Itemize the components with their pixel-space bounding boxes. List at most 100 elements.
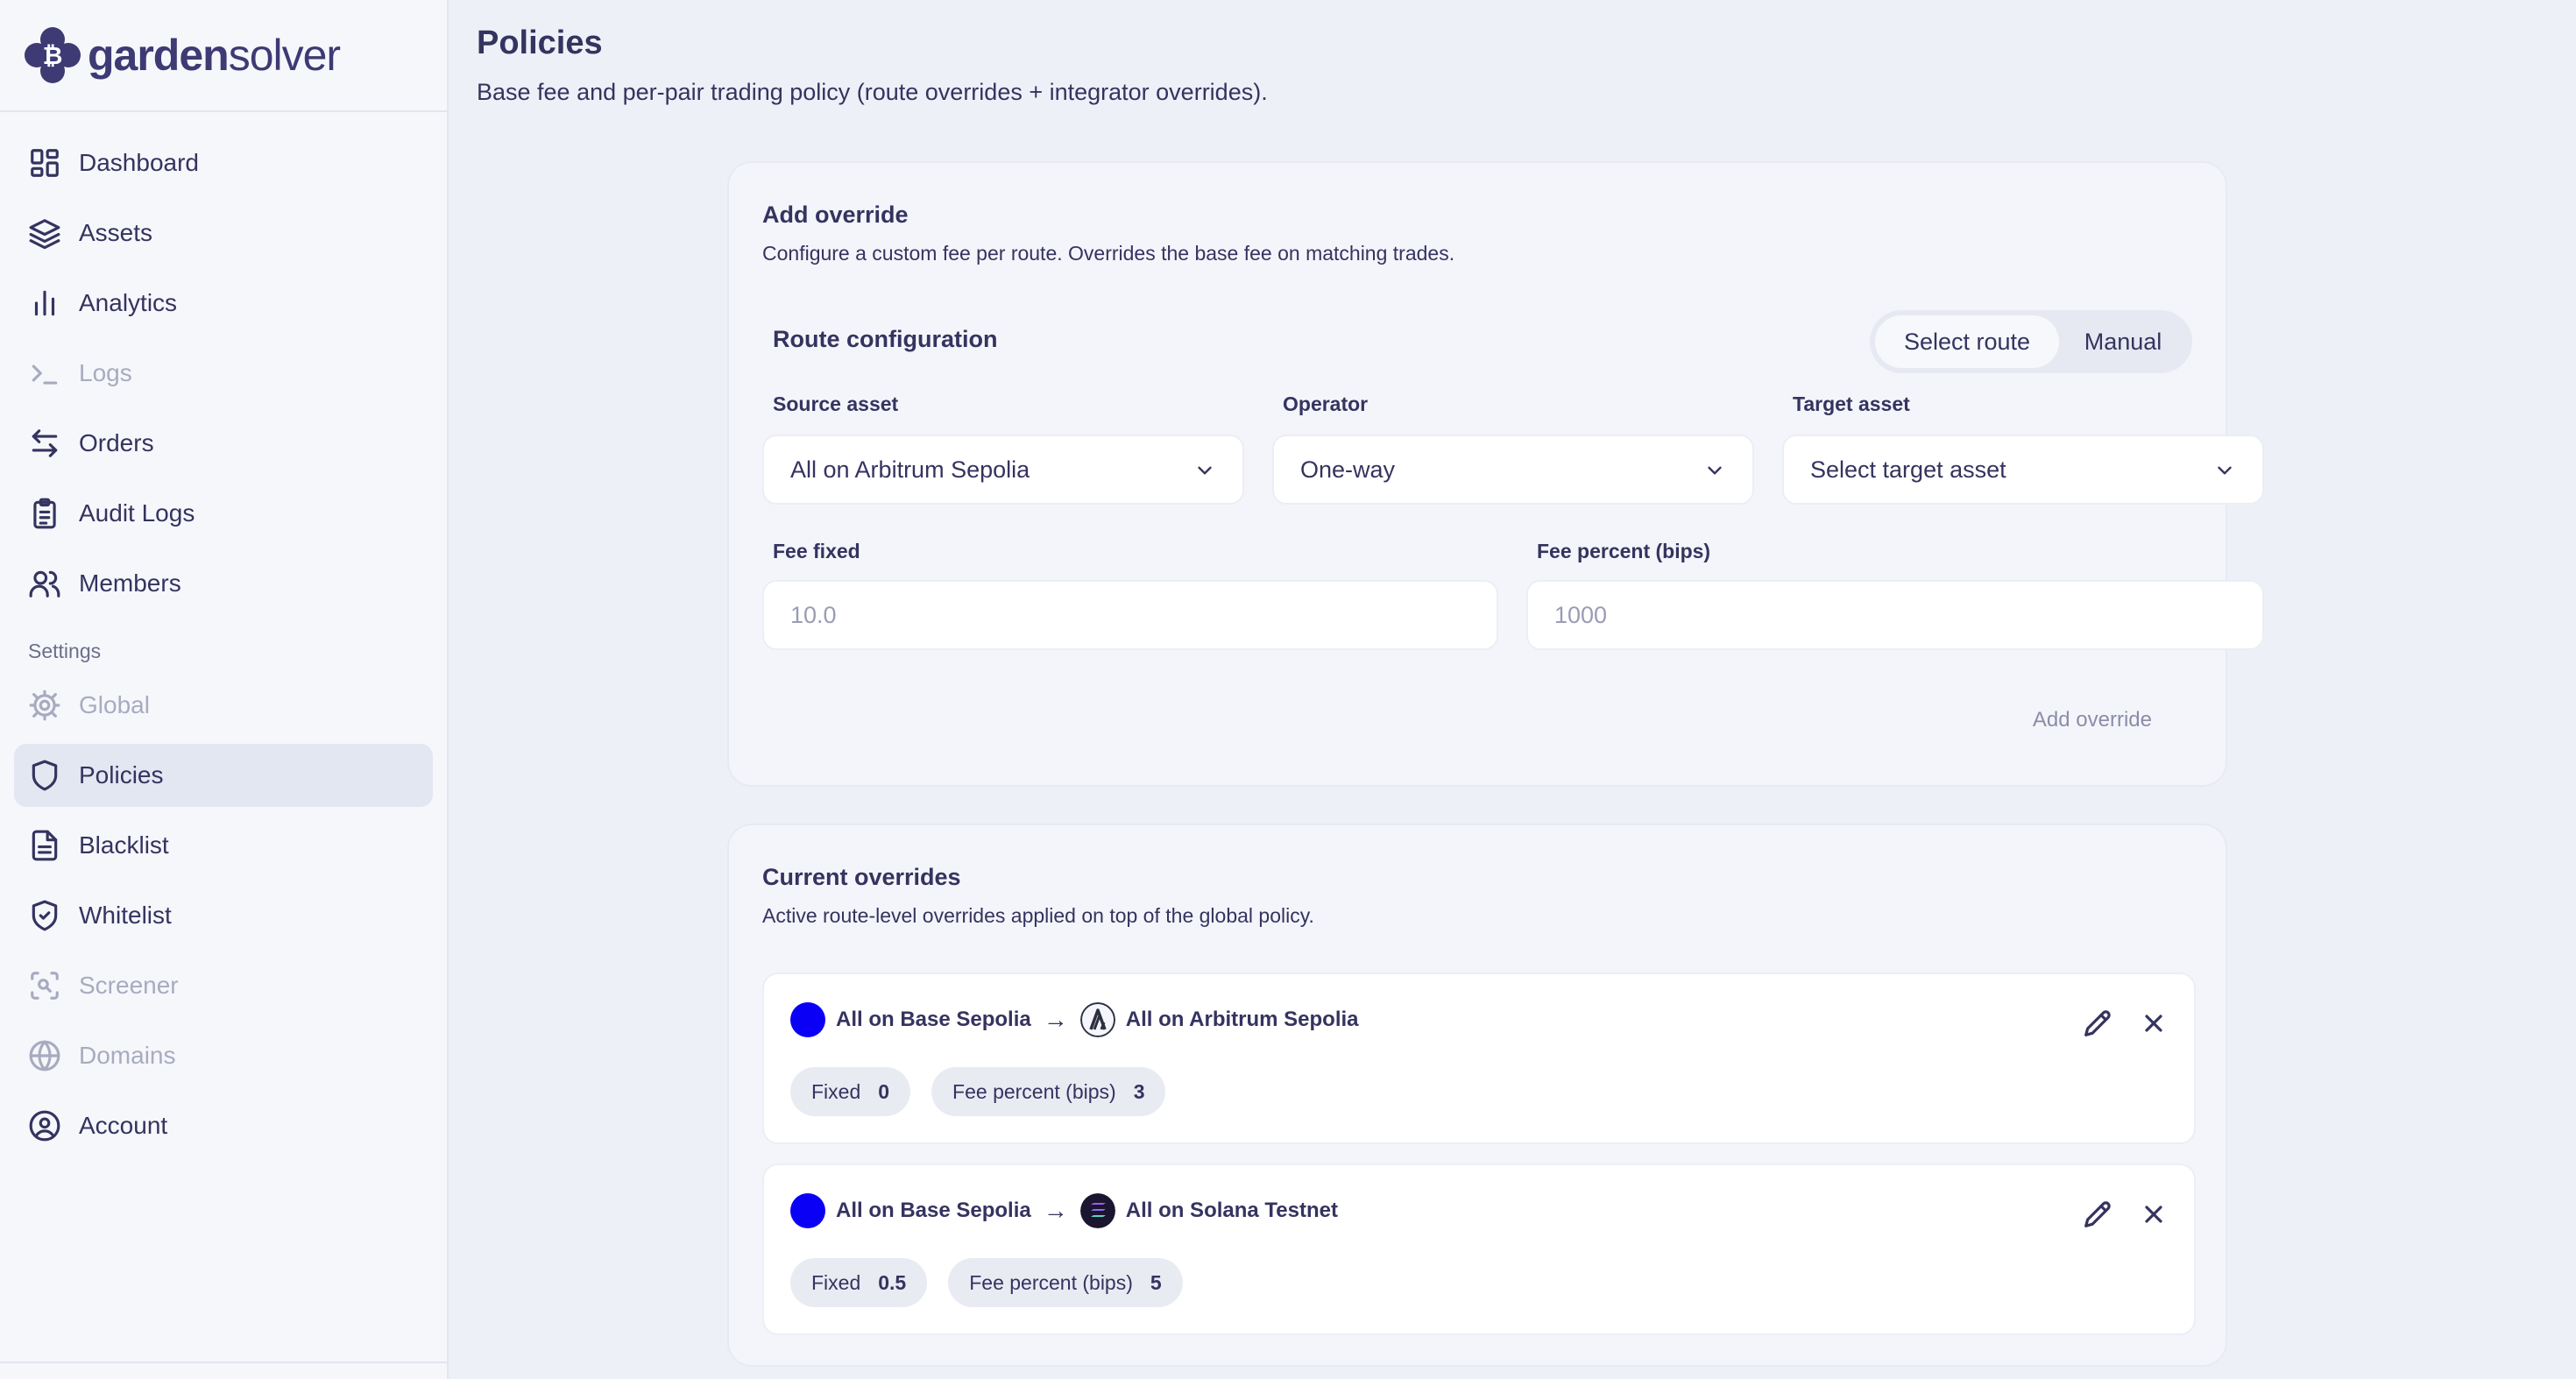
chevron-down-icon <box>1198 466 1212 475</box>
sidebar-footer <box>0 1361 447 1379</box>
route-mode-toggle: Select route Manual <box>1870 310 2192 373</box>
globe-icon <box>29 1040 60 1071</box>
close-icon[interactable] <box>2140 1009 2168 1037</box>
page-subtitle: Base fee and per-pair trading policy (ro… <box>477 79 1268 105</box>
arbitrum-icon <box>1079 1002 1115 1037</box>
layers-icon <box>29 219 60 250</box>
sidebar-item-label: Policies <box>79 761 164 789</box>
solana-icon <box>1079 1193 1115 1228</box>
sidebar-item-label: Audit Logs <box>79 499 195 527</box>
sidebar-item-audit-logs[interactable]: Audit Logs <box>14 482 433 545</box>
current-overrides-description: Active route-level overrides applied on … <box>762 904 1314 927</box>
sidebar-item-logs[interactable]: Logs <box>14 342 433 405</box>
garden-logo-icon: ₿ <box>25 27 81 83</box>
sidebar-item-label: Screener <box>79 972 179 999</box>
close-icon[interactable] <box>2140 1200 2168 1228</box>
users-icon <box>29 570 60 598</box>
override-chips: Fixed 0.5 Fee percent (bips) 5 <box>790 1258 1183 1307</box>
base-sepolia-icon <box>790 1002 825 1037</box>
arrow-right-icon: → <box>1043 1197 1068 1224</box>
override-actions <box>2084 1200 2168 1228</box>
sidebar-item-members[interactable]: Members <box>14 552 433 615</box>
fee-percent-label: Fee percent (bips) <box>1537 540 1711 562</box>
chevron-down-icon <box>1708 466 1722 475</box>
override-row: All on Base Sepolia → All on Arbitrum Se… <box>762 972 2196 1144</box>
sidebar-item-blacklist[interactable]: Blacklist <box>14 814 433 877</box>
sidebar-item-label: Analytics <box>79 289 178 316</box>
edit-pencil-icon[interactable] <box>2084 1009 2112 1037</box>
fixed-chip: Fixed 0 <box>790 1067 911 1116</box>
add-override-button[interactable]: Add override <box>2033 708 2152 732</box>
select-route-tab[interactable]: Select route <box>1875 315 2059 368</box>
base-sepolia-icon <box>790 1193 825 1228</box>
source-asset-value: All on Arbitrum Sepolia <box>790 456 1030 483</box>
brand-name: gardensolver <box>88 31 341 80</box>
sidebar-item-label: Dashboard <box>79 149 199 176</box>
sidebar-item-label: Logs <box>79 359 132 386</box>
fee-percent-chip: Fee percent (bips) 5 <box>948 1258 1183 1307</box>
sidebar-item-whitelist[interactable]: Whitelist <box>14 884 433 947</box>
file-icon <box>32 830 58 861</box>
sidebar-item-label: Blacklist <box>79 831 169 859</box>
arrow-right-icon: → <box>1043 1006 1068 1033</box>
sidebar-item-policies[interactable]: Policies <box>14 744 433 807</box>
add-override-description: Configure a custom fee per route. Overri… <box>762 242 1455 265</box>
fee-fixed-input[interactable] <box>790 601 1497 629</box>
svg-text:₿: ₿ <box>43 41 63 70</box>
sidebar-item-dashboard[interactable]: Dashboard <box>14 131 433 194</box>
fee-percent-input[interactable] <box>1554 601 2262 629</box>
fixed-chip: Fixed 0.5 <box>790 1258 928 1307</box>
main-content: Policies Base fee and per-pair trading p… <box>449 0 2576 1379</box>
brand[interactable]: ₿ gardensolver <box>0 0 447 112</box>
operator-value: One-way <box>1300 456 1396 483</box>
sidebar-item-account[interactable]: Account <box>14 1094 433 1157</box>
sidebar-item-label: Whitelist <box>79 902 172 929</box>
operator-label: Operator <box>1283 392 1369 415</box>
source-asset-select[interactable]: All on Arbitrum Sepolia <box>762 435 1244 505</box>
current-overrides-card: Current overrides Active route-level ove… <box>727 824 2227 1367</box>
user-circle-icon <box>29 1110 60 1142</box>
sidebar-item-domains[interactable]: Domains <box>14 1024 433 1087</box>
sidebar: ₿ gardensolver Dashboard Assets Analytic… <box>0 0 449 1379</box>
sidebar-item-global[interactable]: Global <box>14 674 433 737</box>
fee-percent-field <box>1526 580 2264 650</box>
fee-fixed-field <box>762 580 1498 650</box>
sidebar-item-screener[interactable]: Screener <box>14 954 433 1017</box>
manual-tab[interactable]: Manual <box>2059 315 2187 368</box>
edit-pencil-icon[interactable] <box>2084 1200 2112 1228</box>
add-override-title: Add override <box>762 202 909 228</box>
sidebar-item-orders[interactable]: Orders <box>14 412 433 475</box>
target-asset-value: Select target asset <box>1810 456 2006 483</box>
chevron-down-icon <box>2218 466 2232 475</box>
gear-icon <box>29 690 60 721</box>
target-asset-select[interactable]: Select target asset <box>1782 435 2264 505</box>
sidebar-item-assets[interactable]: Assets <box>14 202 433 265</box>
sidebar-item-analytics[interactable]: Analytics <box>14 272 433 335</box>
shield-icon <box>32 760 58 791</box>
sidebar-item-label: Global <box>79 691 150 718</box>
bar-chart-icon <box>34 290 55 316</box>
route-configuration-title: Route configuration <box>773 326 998 352</box>
add-override-card: Add override Configure a custom fee per … <box>727 161 2264 787</box>
override-route: All on Base Sepolia → All on Solana Test… <box>790 1193 1338 1228</box>
clipboard-icon <box>33 498 56 529</box>
override-chips: Fixed 0 Fee percent (bips) 3 <box>790 1067 1166 1116</box>
sidebar-item-label: Domains <box>79 1042 176 1069</box>
override-source: All on Base Sepolia <box>836 1008 1031 1031</box>
fee-percent-chip: Fee percent (bips) 3 <box>931 1067 1166 1116</box>
swap-icon <box>32 429 58 457</box>
terminal-icon <box>32 364 58 385</box>
shield-check-icon <box>32 900 58 931</box>
scan-icon <box>31 972 59 1000</box>
override-route: All on Base Sepolia → All on Arbitrum Se… <box>790 1002 1359 1037</box>
override-actions <box>2084 1009 2168 1037</box>
override-source: All on Base Sepolia <box>836 1199 1031 1222</box>
dashboard-icon <box>31 149 59 177</box>
sidebar-item-label: Assets <box>79 219 153 246</box>
override-target: All on Solana Testnet <box>1125 1199 1338 1222</box>
sidebar-item-label: Orders <box>79 429 154 456</box>
current-overrides-title: Current overrides <box>762 864 961 890</box>
override-target: All on Arbitrum Sepolia <box>1125 1008 1359 1031</box>
operator-select[interactable]: One-way <box>1272 435 1754 505</box>
target-asset-label: Target asset <box>1793 392 1910 415</box>
